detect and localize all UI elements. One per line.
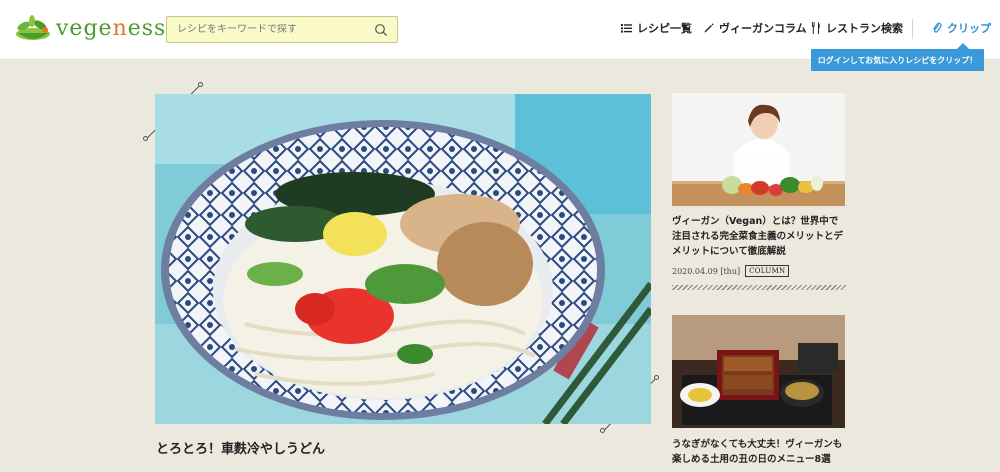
side-article-title[interactable]: うなぎがなくても大丈夫！ヴィーガンも楽しめる土用の丑の日のメニュー8選 xyxy=(672,437,846,467)
decorative-dot xyxy=(143,136,148,141)
nav-restaurant[interactable]: レストラン検索 xyxy=(811,20,903,36)
decorative-dot xyxy=(198,82,203,87)
decorative-dot xyxy=(654,375,659,380)
side-article-title[interactable]: ヴィーガン（Vegan）とは？世界中で注目される完全菜食主義のメリットとデメリッ… xyxy=(672,214,846,259)
nav-recipes[interactable]: レシピ一覧 xyxy=(621,20,692,36)
nav-restaurant-label: レストラン検索 xyxy=(826,22,903,35)
nav-divider xyxy=(912,19,913,39)
paperclip-icon xyxy=(933,22,942,33)
decorative-dot xyxy=(600,428,605,433)
search-icon[interactable] xyxy=(374,23,388,37)
nav-clip-label: クリップ xyxy=(947,22,991,35)
pen-icon xyxy=(704,22,714,33)
nav-column-label: ヴィーガンコラム xyxy=(719,22,807,35)
hatched-divider xyxy=(672,285,846,290)
category-badge[interactable]: COLUMN xyxy=(745,265,790,277)
search-box xyxy=(166,16,398,43)
featured-article-image[interactable] xyxy=(155,94,651,424)
logo-text: vegeness xyxy=(56,16,167,41)
nav-column[interactable]: ヴィーガンコラム xyxy=(703,20,807,36)
side-article-image[interactable] xyxy=(672,93,845,206)
nav-recipes-label: レシピ一覧 xyxy=(637,22,692,35)
list-icon xyxy=(621,24,632,33)
article-date: 2020.04.09 [thu] xyxy=(672,266,741,276)
site-logo[interactable]: vegeness xyxy=(14,14,166,44)
clip-login-tooltip[interactable]: ログインしてお気に入りレシピをクリップ！ xyxy=(811,43,984,71)
side-article-meta: 2020.04.09 [thu] COLUMN xyxy=(672,265,790,277)
featured-article-title[interactable]: とろとろ！車麩冷やしうどん xyxy=(156,438,325,457)
fork-knife-icon xyxy=(812,22,820,34)
side-article-image[interactable] xyxy=(672,315,845,428)
search-input[interactable] xyxy=(177,24,367,35)
leaf-logo-icon xyxy=(16,15,50,40)
nav-clip[interactable]: クリップ xyxy=(932,20,991,36)
